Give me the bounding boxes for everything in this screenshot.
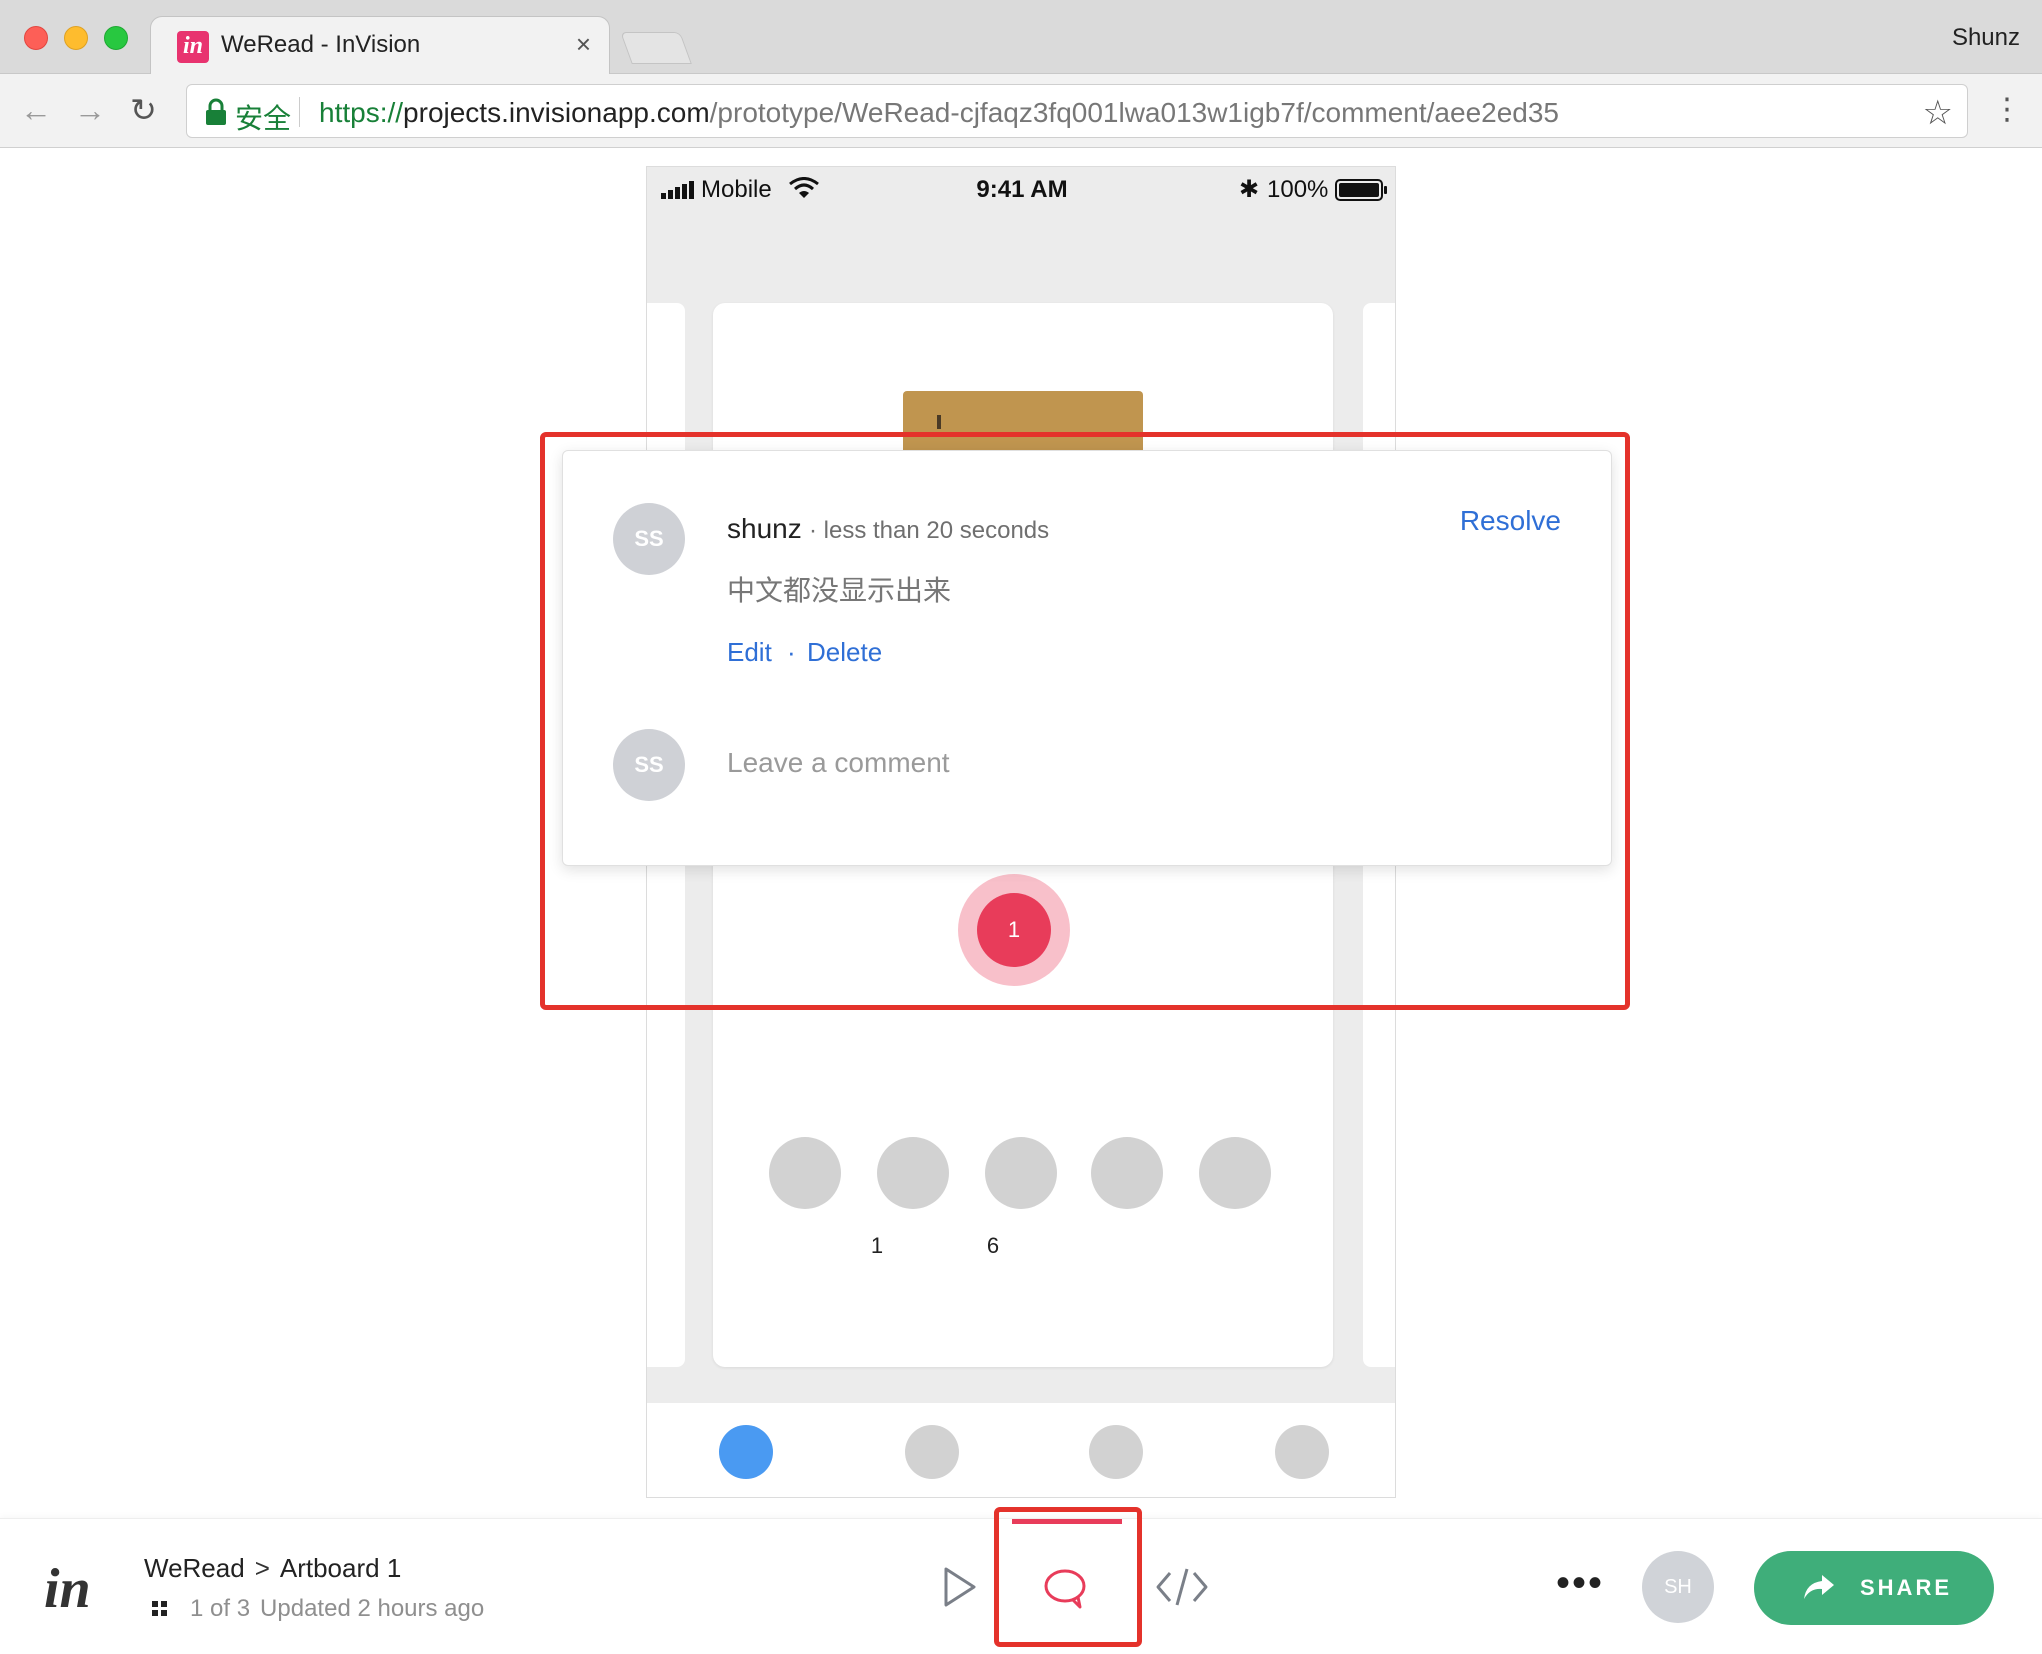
edit-comment-link[interactable]: Edit xyxy=(727,637,772,668)
rating-dot[interactable] xyxy=(1091,1137,1163,1209)
breadcrumb-project[interactable]: WeRead xyxy=(144,1553,245,1583)
dot-label: 6 xyxy=(986,1233,1000,1258)
active-tab-indicator xyxy=(1012,1519,1122,1524)
browser-profile-name[interactable]: Shunz xyxy=(1952,24,2020,52)
rating-dots: 1 6 xyxy=(769,1137,1271,1258)
bluetooth-icon: ✱ xyxy=(1239,176,1260,203)
play-icon[interactable] xyxy=(940,1565,980,1609)
delete-comment-link[interactable]: Delete xyxy=(807,637,882,668)
lock-icon xyxy=(206,98,226,125)
comment-author-avatar: SS xyxy=(613,503,685,575)
resolve-link[interactable]: Resolve xyxy=(1460,505,1561,537)
page-count: 1 of 3 xyxy=(190,1595,251,1622)
rating-dot[interactable] xyxy=(1199,1137,1271,1209)
forward-arrow-icon[interactable]: → xyxy=(74,90,106,130)
browser-toolbar: ← → ↻ 安全 https://projects.invisionapp.co… xyxy=(0,74,2042,148)
chevron-right-icon: > xyxy=(254,1553,270,1583)
new-tab-button[interactable] xyxy=(620,32,692,64)
share-arrow-icon xyxy=(1804,1575,1834,1599)
rating-dot[interactable] xyxy=(877,1137,949,1209)
back-arrow-icon[interactable]: ← xyxy=(20,90,52,130)
invision-logo[interactable]: in xyxy=(44,1557,91,1621)
breadcrumb-screen[interactable]: Artboard 1 xyxy=(280,1553,401,1583)
tab-close-icon[interactable]: × xyxy=(576,29,591,60)
close-window-button[interactable] xyxy=(24,26,48,50)
rating-dot[interactable] xyxy=(769,1137,841,1209)
battery-icon xyxy=(1335,179,1387,201)
url-path: /prototype/WeRead-cjfaqz3fq001lwa013w1ig… xyxy=(709,97,1560,128)
tab-dot-active[interactable] xyxy=(719,1425,773,1479)
reply-avatar: SS xyxy=(613,729,685,801)
invision-toolbar: in WeRead > Artboard 1 1 of 3 Updated 2 hou… xyxy=(0,1507,2042,1654)
action-separator: · xyxy=(787,637,796,667)
comment-pin[interactable]: 1 xyxy=(977,893,1051,967)
comment-mode-button[interactable] xyxy=(994,1519,1138,1653)
tab-dot[interactable] xyxy=(1089,1425,1143,1479)
book-cover-mark xyxy=(937,415,941,429)
more-options-icon[interactable]: ••• xyxy=(1556,1563,1604,1603)
browser-menu-icon[interactable]: ⋮ xyxy=(1992,90,2022,130)
breadcrumb: WeRead > Artboard 1 xyxy=(144,1553,401,1584)
comment-popover: SS shunz · less than 20 seconds Resolve … xyxy=(562,450,1612,866)
ios-status-bar: Mobile 9:41 AM ✱ 100% xyxy=(647,167,1395,213)
invision-favicon-icon: in xyxy=(177,31,209,63)
browser-tab-active[interactable]: in WeRead - InVision × xyxy=(150,16,610,74)
updated-time: Updated 2 hours ago xyxy=(260,1595,485,1622)
address-bar[interactable]: 安全 https://projects.invisionapp.com/prot… xyxy=(186,84,1968,138)
tab-dot[interactable] xyxy=(905,1425,959,1479)
address-divider xyxy=(299,97,300,127)
secure-label: 安全 xyxy=(235,103,292,134)
dot-label: 1 xyxy=(870,1233,884,1258)
comment-body: 中文都没显示出来 xyxy=(727,575,952,606)
rating-dot[interactable] xyxy=(985,1137,1057,1209)
comment-timestamp: · less than 20 seconds xyxy=(809,517,1050,544)
url-host: projects.invisionapp.com xyxy=(403,97,710,128)
code-inspect-icon[interactable] xyxy=(1156,1567,1208,1607)
browser-titlebar: in WeRead - InVision × Shunz xyxy=(0,0,2042,74)
maximize-window-button[interactable] xyxy=(104,26,128,50)
share-button[interactable]: SHARE xyxy=(1754,1551,1994,1625)
comment-bubble-icon xyxy=(1044,1569,1086,1609)
tab-title: WeRead - InVision xyxy=(221,31,421,58)
tab-dot[interactable] xyxy=(1275,1425,1329,1479)
bookmark-star-icon[interactable]: ☆ xyxy=(1923,93,1953,133)
user-avatar[interactable]: SH xyxy=(1642,1551,1714,1623)
url-text[interactable]: https://projects.invisionapp.com/prototy… xyxy=(319,97,1559,129)
screen-info: 1 of 3 Updated 2 hours ago xyxy=(190,1595,484,1623)
prototype-tab-bar xyxy=(647,1403,1395,1497)
url-scheme: https:// xyxy=(319,97,404,128)
share-label: SHARE xyxy=(1860,1575,1953,1600)
reply-comment-input[interactable] xyxy=(727,741,1547,785)
comment-author: shunz xyxy=(727,513,802,544)
reload-icon[interactable]: ↻ xyxy=(130,90,157,130)
battery-percent: 100% xyxy=(1267,176,1329,203)
minimize-window-button[interactable] xyxy=(64,26,88,50)
grid-icon[interactable] xyxy=(152,1601,168,1617)
